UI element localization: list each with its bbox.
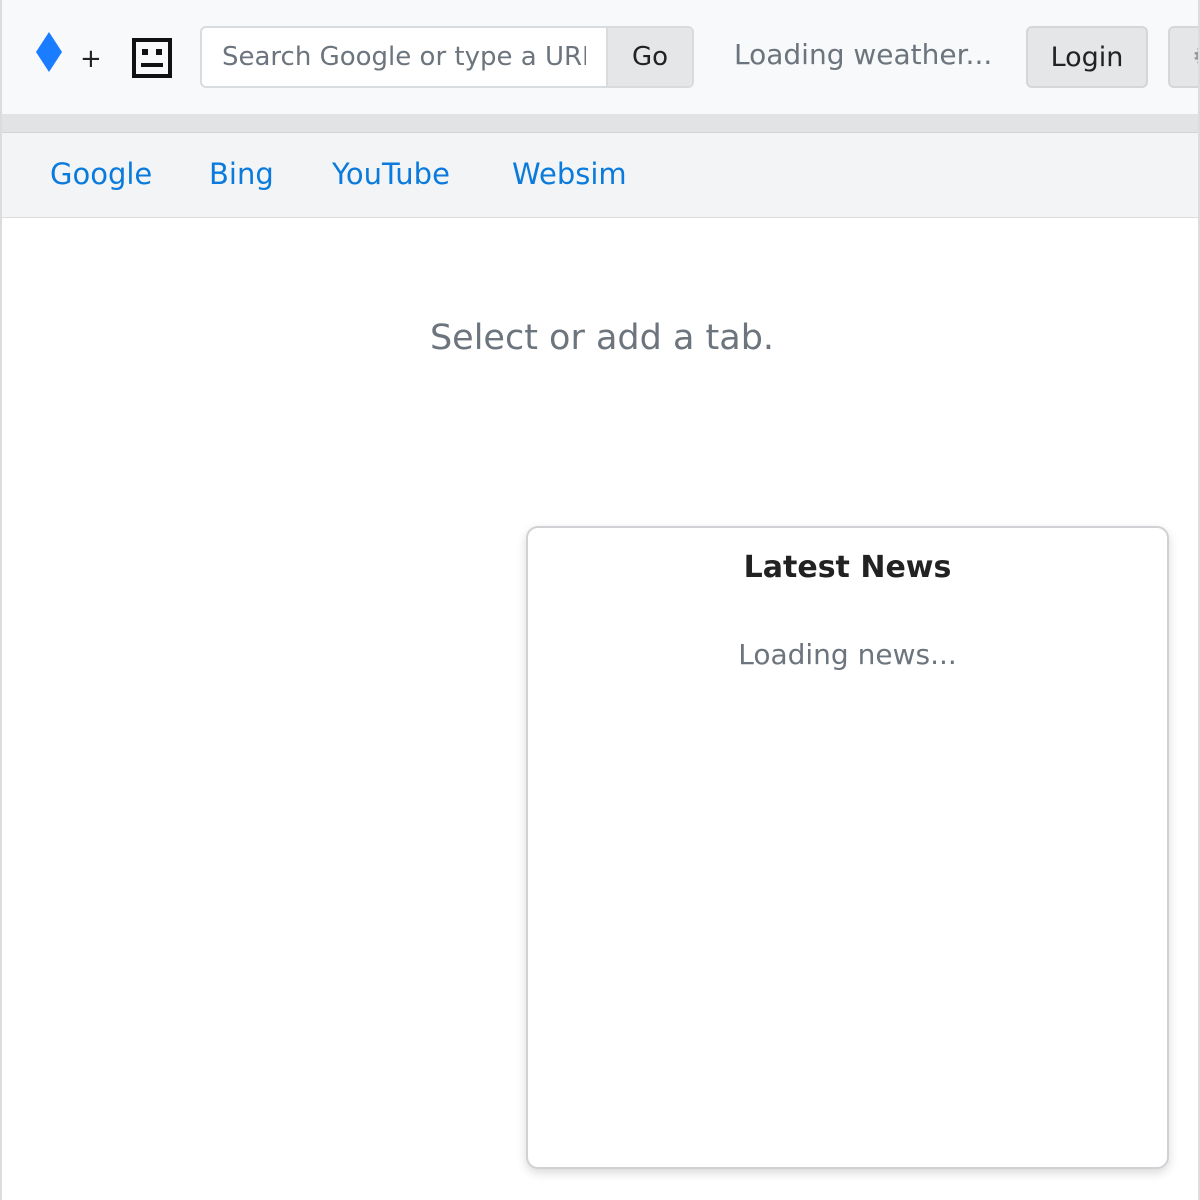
weather-status: Loading weather... bbox=[734, 38, 993, 71]
new-tab-button[interactable]: + bbox=[80, 44, 102, 74]
gear-icon: ⚙ bbox=[1192, 42, 1198, 72]
top-toolbar: + Go Loading weather... Login ⚙ bbox=[2, 0, 1198, 115]
search-input[interactable] bbox=[202, 28, 606, 86]
go-button[interactable]: Go bbox=[606, 28, 692, 86]
empty-tab-message: Select or add a tab. bbox=[429, 318, 775, 358]
bookmark-bing[interactable]: Bing bbox=[209, 157, 274, 191]
settings-button[interactable]: ⚙ bbox=[1168, 26, 1198, 88]
bookmark-websim[interactable]: Websim bbox=[512, 157, 627, 191]
browser-window: + Go Loading weather... Login ⚙ Google B… bbox=[0, 0, 1200, 1200]
login-button[interactable]: Login bbox=[1026, 26, 1148, 88]
news-loading-status: Loading news... bbox=[738, 638, 957, 671]
bookmarks-bar: Google Bing YouTube Websim bbox=[2, 133, 1198, 218]
bookmark-youtube[interactable]: YouTube bbox=[332, 157, 450, 191]
news-panel: Latest News Loading news... bbox=[526, 526, 1169, 1169]
tab-strip[interactable] bbox=[2, 114, 1198, 133]
news-title: Latest News bbox=[743, 550, 952, 585]
blue-diamond-icon bbox=[36, 32, 62, 72]
bookmark-google[interactable]: Google bbox=[50, 157, 152, 191]
search-bar: Go bbox=[200, 26, 694, 88]
robot-face-icon[interactable] bbox=[132, 38, 172, 78]
